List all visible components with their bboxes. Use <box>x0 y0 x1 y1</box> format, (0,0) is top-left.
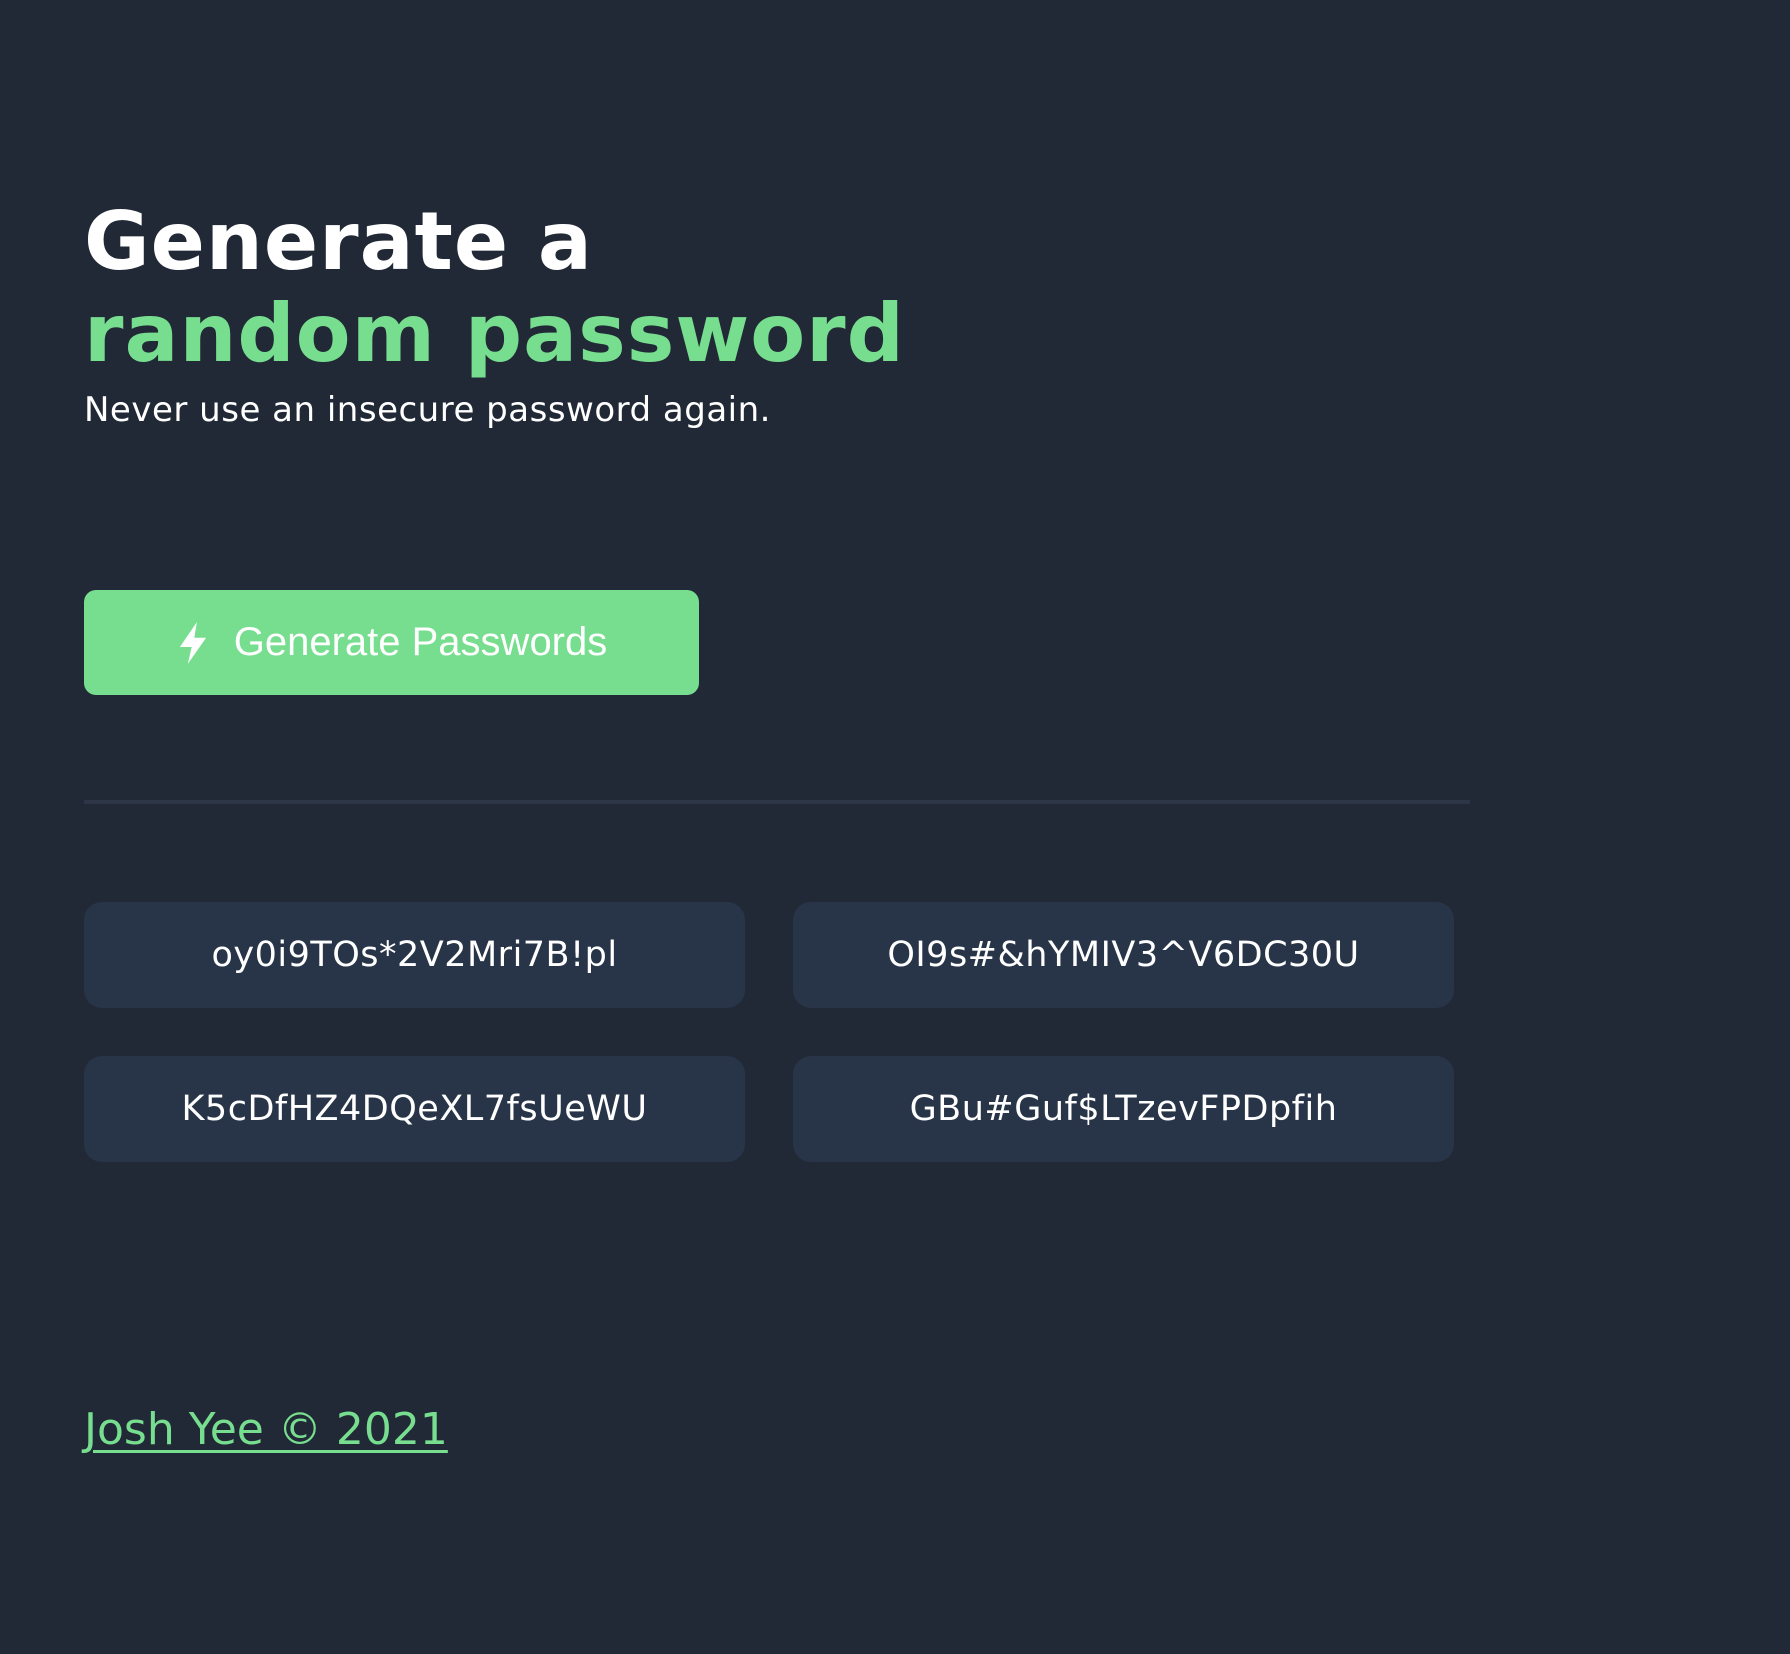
lightning-bolt-icon <box>179 621 206 664</box>
password-grid: oy0i9TOs*2V2Mri7B!pl OI9s#&hYMIV3^V6DC30… <box>84 902 1456 1162</box>
subtitle: Never use an insecure password again. <box>84 390 771 430</box>
password-output-4[interactable]: GBu#Guf$LTzevFPDpfih <box>793 1056 1454 1162</box>
title-line-1: Generate a <box>84 195 593 288</box>
generate-passwords-button[interactable]: Generate Passwords <box>84 590 699 695</box>
title-line-2-highlight: random password <box>84 287 905 380</box>
password-output-3[interactable]: K5cDfHZ4DQeXL7fsUeWU <box>84 1056 745 1162</box>
page-title: Generate a random password <box>84 196 905 380</box>
password-output-2[interactable]: OI9s#&hYMIV3^V6DC30U <box>793 902 1454 1008</box>
divider <box>84 800 1470 804</box>
password-output-1[interactable]: oy0i9TOs*2V2Mri7B!pl <box>84 902 745 1008</box>
footer-credit-link[interactable]: Josh Yee © 2021 <box>84 1402 448 1458</box>
generate-button-label: Generate Passwords <box>233 620 608 664</box>
